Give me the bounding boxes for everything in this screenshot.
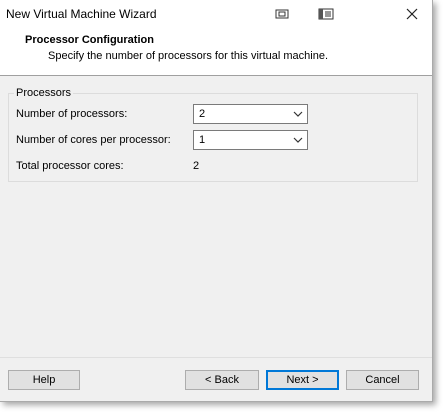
cores-per-processor-label: Number of cores per processor:: [16, 134, 171, 146]
window-title: New Virtual Machine Wizard: [6, 7, 157, 21]
title-bar: New Virtual Machine Wizard: [0, 0, 432, 28]
page-subtitle: Specify the number of processors for thi…: [48, 50, 329, 62]
close-button[interactable]: [392, 0, 432, 28]
cancel-button[interactable]: Cancel: [346, 370, 419, 390]
footer-divider: [0, 357, 432, 358]
window-icon: [275, 9, 289, 19]
num-processors-value: 2: [199, 108, 206, 120]
total-cores-label: Total processor cores:: [16, 160, 124, 172]
console-view-button[interactable]: [306, 0, 346, 28]
wizard-header: Processor Configuration Specify the numb…: [0, 28, 432, 76]
chevron-down-icon: [293, 137, 303, 143]
num-processors-select[interactable]: 2: [193, 104, 308, 124]
wizard-window: New Virtual Machine Wizard Processor Con…: [0, 0, 433, 402]
back-button[interactable]: < Back: [185, 370, 259, 390]
close-icon: [406, 8, 418, 20]
next-button[interactable]: Next >: [266, 370, 339, 390]
console-icon: [318, 8, 334, 20]
chevron-down-icon: [293, 111, 303, 117]
total-cores-value: 2: [193, 160, 200, 172]
num-processors-label: Number of processors:: [16, 108, 128, 120]
page-title: Processor Configuration: [25, 34, 154, 46]
cores-per-processor-value: 1: [199, 134, 206, 146]
snapshot-button[interactable]: [262, 0, 302, 28]
cores-per-processor-select[interactable]: 1: [193, 130, 308, 150]
help-button[interactable]: Help: [8, 370, 80, 390]
processors-group-label: Processors: [14, 87, 74, 99]
